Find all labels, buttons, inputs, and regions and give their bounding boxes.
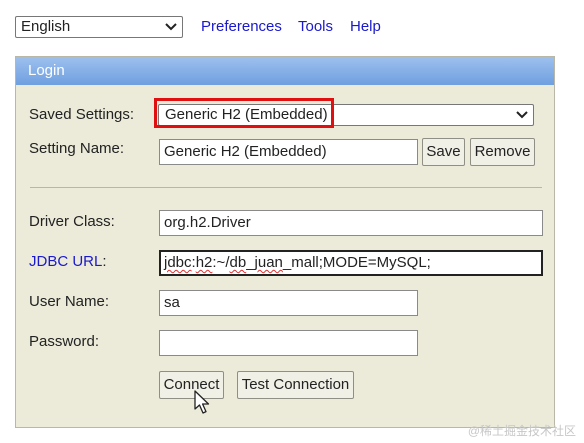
- jdbc-url-part-7: juan: [254, 254, 283, 271]
- jdbc-url-part-6: _: [246, 254, 255, 271]
- user-name-input[interactable]: sa: [159, 290, 418, 316]
- setting-name-input[interactable]: Generic H2 (Embedded): [159, 139, 418, 165]
- password-label: Password:: [29, 333, 100, 350]
- jdbc-url-part-8: _mall;MODE=MySQL;: [282, 254, 431, 271]
- saved-settings-label: Saved Settings:: [29, 106, 135, 123]
- mouse-cursor-icon: [194, 390, 210, 414]
- preferences-link[interactable]: Preferences: [201, 18, 282, 35]
- save-button[interactable]: Save: [422, 138, 465, 166]
- password-input[interactable]: [159, 330, 418, 356]
- remove-button[interactable]: Remove: [470, 138, 535, 166]
- tools-link[interactable]: Tools: [298, 18, 333, 35]
- user-name-label: User Name:: [29, 293, 110, 310]
- chevron-down-icon: [516, 111, 528, 119]
- jdbc-url-part-4: :~/: [212, 254, 230, 271]
- driver-class-label: Driver Class:: [29, 213, 115, 230]
- jdbc-url-label-link[interactable]: JDBC URL: [29, 253, 102, 270]
- connect-button[interactable]: Connect: [159, 371, 224, 399]
- login-header: Login: [16, 57, 554, 85]
- divider: [30, 187, 542, 188]
- language-select-value: English: [21, 18, 71, 35]
- help-link[interactable]: Help: [350, 18, 381, 35]
- jdbc-url-part-1: jdbc: [164, 254, 192, 271]
- jdbc-url-part-5: db: [229, 254, 247, 271]
- jdbc-url-label-colon: :: [102, 253, 107, 270]
- test-connection-button[interactable]: Test Connection: [237, 371, 354, 399]
- driver-class-input[interactable]: org.h2.Driver: [159, 210, 543, 236]
- jdbc-url-part-3: h2: [195, 254, 213, 271]
- language-select[interactable]: English: [15, 16, 183, 38]
- red-highlight-box: [154, 98, 334, 128]
- setting-name-label: Setting Name:: [29, 140, 125, 157]
- jdbc-url-input[interactable]: jdbc:h2:~/db_juan_mall;MODE=MySQL;: [159, 250, 543, 276]
- watermark: @稀土掘金技术社区: [467, 424, 576, 438]
- chevron-down-icon: [165, 23, 177, 31]
- jdbc-url-label: JDBC URL:: [29, 253, 107, 270]
